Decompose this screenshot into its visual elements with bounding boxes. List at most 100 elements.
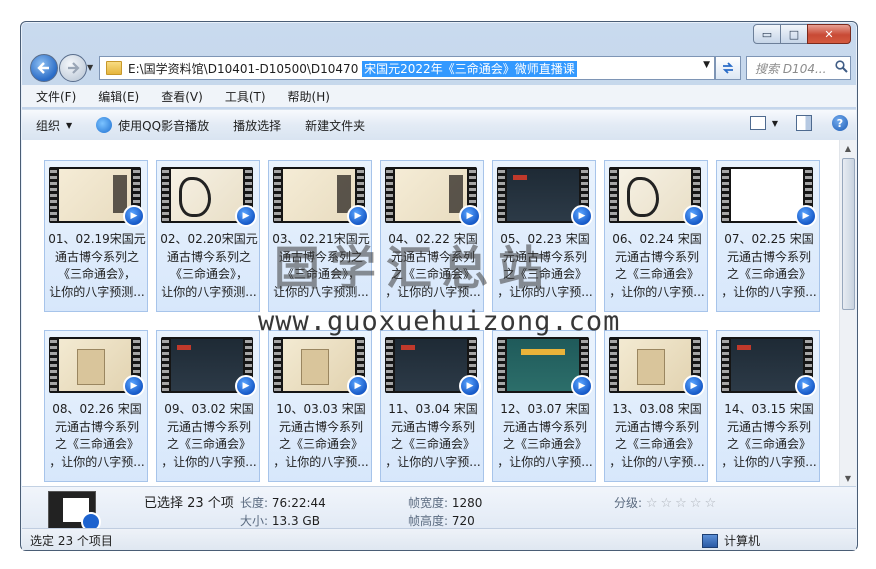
vertical-scrollbar[interactable]: ▲ ▼: [839, 140, 856, 486]
qq-play-button[interactable]: 使用QQ影音播放: [86, 117, 219, 134]
file-item[interactable]: ▶ 02、02.20宋国元 通古博今系列之 《三命通会》， 让你的八字预测...: [156, 160, 260, 312]
file-name-line: 让你的八字预测...: [273, 284, 369, 299]
file-item[interactable]: ▶ 05、02.23 宋国 元通古博今系列 之《三命通会》 ，让你的八字预...: [492, 160, 596, 312]
file-name-line: 元通古博今系列: [502, 249, 587, 264]
film-strip-left: [274, 337, 281, 393]
thumbnail-frame: [283, 339, 355, 391]
file-name-line: ，让你的八字预...: [385, 454, 481, 469]
file-name: 01、02.19宋国元 通古博今系列之 《三命通会》， 让你的八字预测...: [47, 231, 147, 301]
scroll-down-icon[interactable]: ▼: [840, 470, 856, 486]
preview-pane-icon[interactable]: [796, 115, 812, 131]
file-name-line: 元通古博今系列: [614, 249, 699, 264]
film-strip-left: [498, 337, 505, 393]
address-dropdown-icon[interactable]: ▼: [703, 60, 710, 70]
frame-width-value: 1280: [451, 496, 483, 510]
file-name-line: 元通古博今系列: [390, 249, 475, 264]
file-name-line: 02、02.20宋国元: [160, 232, 258, 246]
film-strip-left: [162, 167, 169, 223]
play-selection-button[interactable]: 播放选择: [223, 117, 291, 134]
selected-count: 已选择 23 个项: [144, 496, 234, 511]
file-name-line: ，让你的八字预...: [497, 284, 593, 299]
new-folder-button[interactable]: 新建文件夹: [295, 117, 375, 134]
file-name-line: ，让你的八字预...: [721, 454, 817, 469]
address-bar[interactable]: E:\国学资料馆\D10401-D10500\D10470 宋国元2022年《三…: [99, 56, 715, 80]
film-strip-left: [498, 167, 505, 223]
thumbnail-frame: [283, 169, 355, 221]
file-name-line: 之《三命通会》: [390, 267, 475, 281]
back-button[interactable]: [30, 54, 58, 82]
minimize-button[interactable]: ▭: [753, 24, 781, 44]
qq-player-badge-icon: ▶: [795, 375, 817, 397]
close-button[interactable]: ✕: [807, 24, 851, 44]
film-strip-left: [610, 337, 617, 393]
qq-player-badge-icon: ▶: [347, 205, 369, 227]
file-item[interactable]: ▶ 08、02.26 宋国 元通古博今系列 之《三命通会》 ，让你的八字预...: [44, 330, 148, 482]
file-item[interactable]: ▶ 06、02.24 宋国 元通古博今系列 之《三命通会》 ，让你的八字预...: [604, 160, 708, 312]
search-input[interactable]: 搜索 D104...: [747, 60, 832, 77]
file-name-line: 元通古博今系列: [278, 419, 363, 434]
file-item[interactable]: ▶ 14、03.15 宋国 元通古博今系列 之《三命通会》 ，让你的八字预...: [716, 330, 820, 482]
file-name: 09、03.02 宋国 元通古博今系列 之《三命通会》 ，让你的八字预...: [159, 401, 259, 471]
rating-stars[interactable]: ☆☆☆☆☆: [646, 496, 719, 511]
refresh-button[interactable]: [715, 56, 741, 80]
file-name-line: 元通古博今系列: [726, 249, 811, 264]
file-item[interactable]: ▶ 10、03.03 宋国 元通古博今系列 之《三命通会》 ，让你的八字预...: [268, 330, 372, 482]
search-box[interactable]: 搜索 D104...: [746, 56, 851, 80]
qq-player-badge-icon: ▶: [123, 205, 145, 227]
address-path[interactable]: E:\国学资料馆\D10401-D10500\D10470 宋国元2022年《三…: [128, 60, 577, 77]
file-item[interactable]: ▶ 04、02.22 宋国 元通古博今系列 之《三命通会》 ，让你的八字预...: [380, 160, 484, 312]
recent-pages-dropdown[interactable]: ▼: [87, 63, 93, 72]
file-name: 03、02.21宋国元 通古博今系列之 《三命通会》， 让你的八字预测...: [271, 231, 371, 301]
status-selected-items: 选定 23 个项目: [30, 534, 113, 548]
arrow-right-icon: [68, 62, 80, 74]
menu-view[interactable]: 查看(V): [153, 88, 211, 105]
file-name-line: 12、03.07 宋国: [500, 402, 590, 416]
play-selection-label: 播放选择: [233, 118, 282, 133]
file-name-line: 之《三命通会》: [726, 437, 811, 451]
film-strip-left: [610, 167, 617, 223]
file-name: 13、03.08 宋国 元通古博今系列 之《三命通会》 ，让你的八字预...: [607, 401, 707, 471]
menu-edit[interactable]: 编辑(E): [90, 88, 147, 105]
file-name-line: 让你的八字预测...: [161, 284, 257, 299]
file-name-line: 之《三命通会》: [614, 267, 699, 281]
file-name-line: 08、02.26 宋国: [52, 402, 142, 416]
file-item[interactable]: ▶ 12、03.07 宋国 元通古博今系列 之《三命通会》 ，让你的八字预...: [492, 330, 596, 482]
size-value: 13.3 GB: [271, 514, 320, 528]
file-name: 14、03.15 宋国 元通古博今系列 之《三命通会》 ，让你的八字预...: [719, 401, 819, 471]
menu-help[interactable]: 帮助(H): [280, 88, 338, 105]
maximize-button[interactable]: □: [780, 24, 808, 44]
file-item[interactable]: ▶ 07、02.25 宋国 元通古博今系列 之《三命通会》 ，让你的八字预...: [716, 160, 820, 312]
file-name-line: 通古博今系列之: [278, 249, 363, 264]
new-folder-label: 新建文件夹: [305, 118, 366, 133]
file-item[interactable]: ▶ 01、02.19宋国元 通古博今系列之 《三命通会》， 让你的八字预测...: [44, 160, 148, 312]
film-strip-left: [386, 167, 393, 223]
chevron-down-icon: ▼: [66, 120, 73, 130]
menu-tools[interactable]: 工具(T): [217, 88, 274, 105]
file-name: 08、02.26 宋国 元通古博今系列 之《三命通会》 ，让你的八字预...: [47, 401, 147, 471]
qq-player-badge-icon: ▶: [123, 375, 145, 397]
file-item[interactable]: ▶ 03、02.21宋国元 通古博今系列之 《三命通会》， 让你的八字预测...: [268, 160, 372, 312]
file-item[interactable]: ▶ 11、03.04 宋国 元通古博今系列 之《三命通会》 ，让你的八字预...: [380, 330, 484, 482]
file-name-line: 通古博今系列之: [166, 249, 251, 264]
file-name-line: 14、03.15 宋国: [724, 402, 814, 416]
file-name-line: 元通古博今系列: [54, 419, 139, 434]
scrollbar-thumb[interactable]: [842, 158, 855, 310]
organize-button[interactable]: 组织 ▼: [26, 117, 82, 134]
file-name-line: 《三命通会》，: [281, 267, 360, 281]
thumbnail-frame: [619, 339, 691, 391]
file-item[interactable]: ▶ 09、03.02 宋国 元通古博今系列 之《三命通会》 ，让你的八字预...: [156, 330, 260, 482]
file-name-line: 元通古博今系列: [502, 419, 587, 434]
help-icon[interactable]: ?: [832, 115, 848, 131]
view-mode-icon[interactable]: [749, 116, 766, 130]
film-strip-left: [386, 337, 393, 393]
file-name-line: ，让你的八字预...: [497, 454, 593, 469]
view-dropdown-icon[interactable]: ▼: [772, 119, 778, 128]
menu-file[interactable]: 文件(F): [28, 88, 84, 105]
magnifier-icon[interactable]: [832, 59, 850, 77]
file-item[interactable]: ▶ 13、03.08 宋国 元通古博今系列 之《三命通会》 ，让你的八字预...: [604, 330, 708, 482]
file-name-line: ，让你的八字预...: [49, 454, 145, 469]
file-name-line: 《三命通会》，: [169, 267, 248, 281]
scroll-up-icon[interactable]: ▲: [840, 140, 856, 156]
forward-button[interactable]: [59, 54, 87, 82]
file-name-line: 元通古博今系列: [390, 419, 475, 434]
